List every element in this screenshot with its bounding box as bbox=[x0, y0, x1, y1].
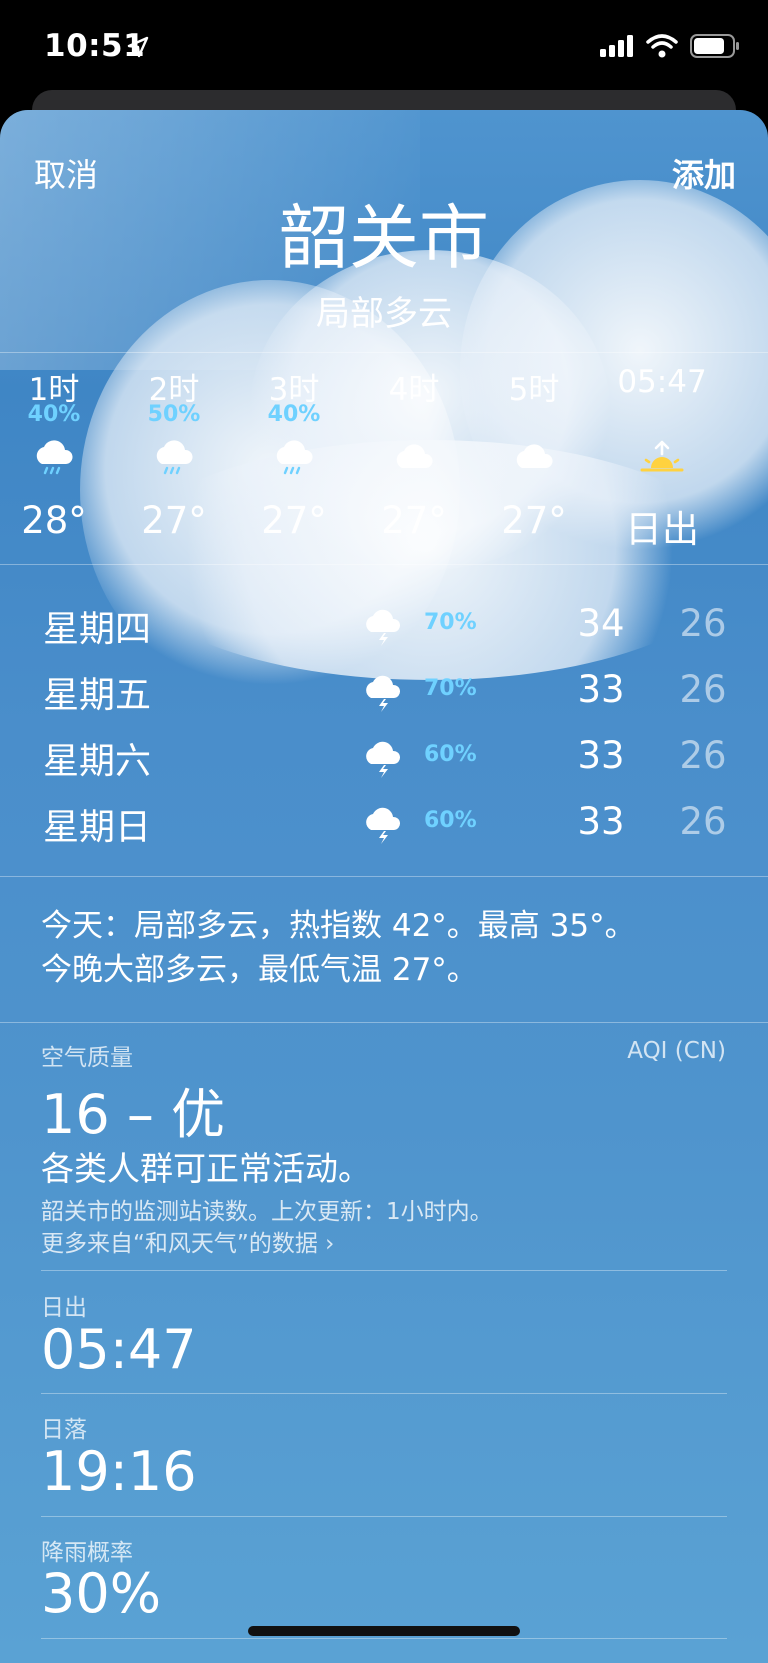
daily-row: 星期六 60% 33 26 bbox=[43, 734, 727, 782]
air-quality-value: 16 – 优 bbox=[41, 1083, 226, 1146]
daily-row: 星期五 70% 33 26 bbox=[43, 668, 727, 716]
wifi-icon bbox=[646, 34, 678, 58]
thunderstorm-icon bbox=[366, 675, 401, 712]
rain-cloud-icon bbox=[156, 440, 193, 475]
thunderstorm-icon bbox=[366, 609, 401, 646]
sunrise-label: 日出 bbox=[41, 1295, 87, 1321]
status-bar: 10:51 bbox=[0, 0, 768, 104]
daily-forecast: 星期四 70% 34 26 星期五 70% 33 26 星期六 60% 33 2… bbox=[0, 590, 768, 854]
location-arrow-icon bbox=[127, 36, 149, 58]
sunrise-value: 05:47 bbox=[41, 1318, 197, 1381]
hourly-forecast[interactable]: 1时 40% 28° 2时 50% 27° 3时 40% 27° 4时 27° … bbox=[0, 334, 768, 574]
current-condition: 局部多云 bbox=[316, 294, 452, 334]
sunset-value: 19:16 bbox=[41, 1440, 197, 1503]
daily-row: 星期四 70% 34 26 bbox=[43, 602, 727, 650]
rain-chance-value: 30% bbox=[41, 1562, 162, 1625]
home-indicator[interactable] bbox=[248, 1626, 520, 1636]
thunderstorm-icon bbox=[366, 741, 401, 778]
aqi-standard: AQI (CN) bbox=[627, 1038, 726, 1064]
air-quality-note: 韶关市的监测站读数。上次更新：1小时内。 更多来自“和风天气”的数据 › bbox=[41, 1196, 493, 1260]
rain-cloud-icon bbox=[276, 440, 313, 475]
today-summary: 今天：局部多云，热指数 42°。最高 35°。 今晚大部多云，最低气温 27°。 bbox=[41, 908, 636, 988]
cancel-button[interactable]: 取消 bbox=[34, 150, 98, 196]
air-quality-description: 各类人群可正常活动。 bbox=[41, 1149, 371, 1188]
daily-row: 星期日 60% 33 26 bbox=[43, 800, 727, 848]
weather-preview-sheet: 取消 添加 韶关市 局部多云 1时 40% 28° 2时 50% 27° 3时 … bbox=[0, 110, 768, 1663]
signal-icon bbox=[600, 35, 633, 57]
thunderstorm-icon bbox=[366, 807, 401, 844]
add-button[interactable]: 添加 bbox=[672, 150, 736, 196]
city-name: 韶关市 bbox=[279, 197, 489, 279]
sunrise-icon bbox=[640, 440, 684, 472]
more-data-link[interactable]: 更多来自“和风天气”的数据 › bbox=[41, 1228, 493, 1260]
sunset-label: 日落 bbox=[41, 1417, 87, 1443]
rain-cloud-icon bbox=[36, 440, 73, 475]
cloud-icon bbox=[516, 444, 553, 468]
air-quality-label: 空气质量 bbox=[41, 1045, 133, 1071]
battery-icon bbox=[690, 34, 739, 58]
cloud-icon bbox=[396, 444, 433, 468]
